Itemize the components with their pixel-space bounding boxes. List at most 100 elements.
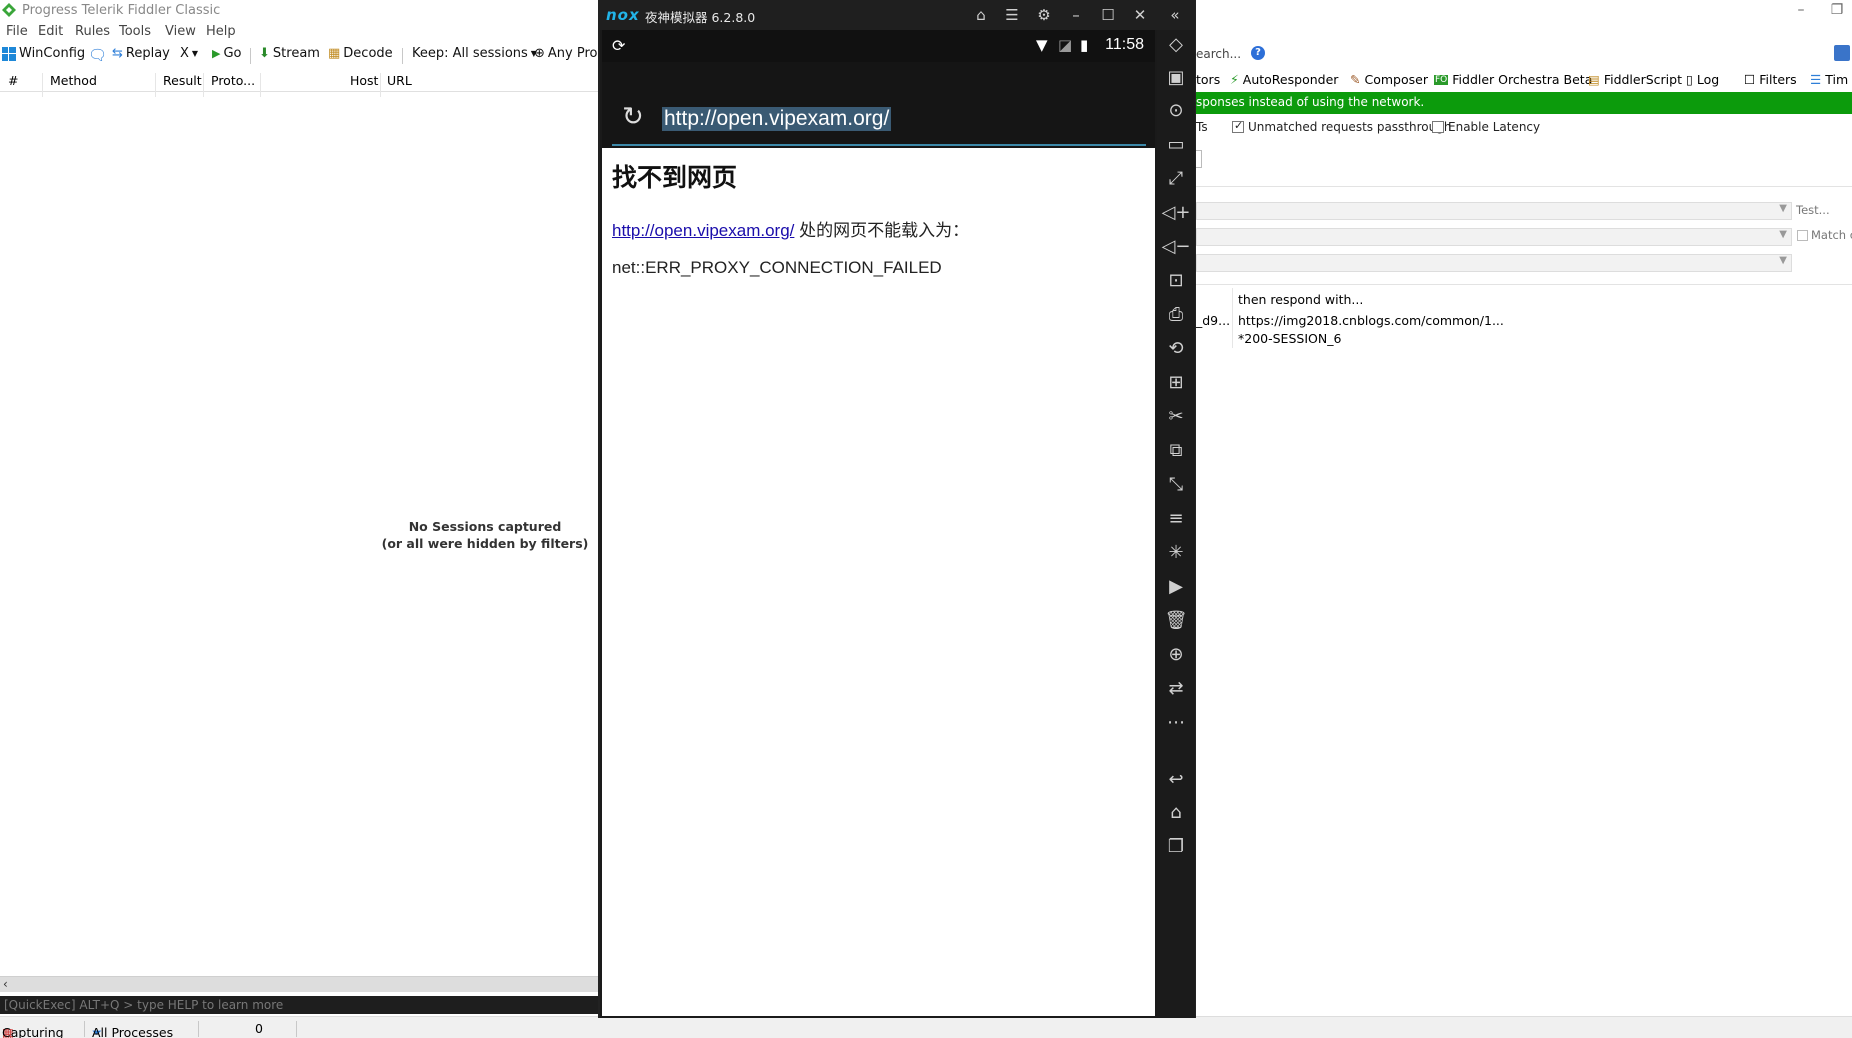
error-url-link[interactable]: http://open.vipexam.org/ [612, 221, 794, 240]
column-divider[interactable] [260, 73, 261, 97]
dropdown-arrow-icon: ▼ [1779, 203, 1787, 214]
decode-button[interactable]: ▦ Decode [328, 46, 393, 61]
home-icon[interactable]: ⌂ [1161, 798, 1191, 828]
more-icon[interactable]: ⋯ [1161, 708, 1191, 738]
back-icon[interactable]: ↩ [1161, 765, 1191, 795]
loading-icon[interactable]: ✳ [1161, 538, 1191, 568]
tab-fiddlerscript[interactable]: ▤ FiddlerScript [1588, 72, 1682, 87]
apk-install-icon[interactable]: ⊞ [1161, 368, 1191, 398]
rule-extra-combo[interactable]: ▼ [1196, 254, 1792, 272]
column-divider[interactable] [203, 73, 204, 97]
col-method[interactable]: Method [50, 73, 97, 88]
col-url[interactable]: URL [387, 73, 412, 88]
restore-button[interactable]: ❐ [1822, 0, 1852, 22]
sync-arrows-icon[interactable]: ⇄ [1161, 674, 1191, 704]
match-only-once-checkbox[interactable]: Match c [1797, 228, 1852, 242]
volume-down-icon[interactable]: ◁− [1161, 232, 1191, 262]
tab-fiddler-orchestra[interactable]: FO Fiddler Orchestra Beta [1434, 72, 1592, 87]
menu-file[interactable]: File [6, 24, 28, 39]
menu-tools[interactable]: Tools [119, 24, 151, 39]
tab-filters[interactable]: ☐ Filters [1744, 72, 1797, 87]
rotate-icon[interactable]: ⟲ [1161, 334, 1191, 364]
sessions-horizontal-scrollbar[interactable]: ‹ [0, 976, 600, 992]
hamburger-icon[interactable]: ≡ [1161, 504, 1191, 534]
column-divider[interactable] [42, 73, 43, 97]
rule-match-cell[interactable]: _d9... [1196, 313, 1230, 328]
stream-arrow-icon: ⬇ [259, 46, 270, 61]
close-icon[interactable]: ✕ [1130, 5, 1150, 25]
process-filter-label: All Processes [92, 1025, 174, 1038]
find-sessions-input[interactable]: earch... [1196, 47, 1241, 61]
online-status-icon[interactable] [1834, 45, 1850, 61]
menu-help[interactable]: Help [206, 24, 236, 39]
tab-composer[interactable]: ✎ Composer [1350, 72, 1428, 87]
wifi-icon: ▼ [1036, 36, 1048, 54]
col-number[interactable]: # [8, 73, 18, 88]
keep-sessions-dropdown[interactable]: Keep: All sessions ▼ [412, 46, 537, 61]
reload-icon[interactable]: ↻ [622, 102, 644, 132]
error-message-text: 处的网页不能载入为： [794, 221, 970, 240]
capturing-label: Capturing [2, 1025, 64, 1038]
enable-latency-checkbox[interactable]: Enable Latency [1432, 120, 1540, 134]
comment-button[interactable]: 🗨 [88, 46, 107, 64]
import-button-edge[interactable] [1196, 150, 1202, 168]
location-icon[interactable]: ⊙ [1161, 96, 1191, 126]
column-divider[interactable] [155, 73, 156, 97]
screen-icon[interactable]: ▭ [1161, 130, 1191, 160]
tab-log[interactable]: ▯ Log [1686, 72, 1719, 87]
shirt-skin-icon[interactable]: ⌂ [971, 5, 991, 25]
menu-view[interactable]: View [165, 24, 196, 39]
col-protocol[interactable]: Proto... [211, 73, 255, 88]
minimize-button[interactable]: – [1786, 0, 1816, 22]
scroll-left-icon[interactable]: ‹ [3, 977, 8, 991]
rule-match-combo[interactable]: ▼ [1196, 202, 1792, 220]
help-icon[interactable]: ? [1251, 46, 1265, 60]
multi-instance-icon[interactable]: ⧉ [1161, 436, 1191, 466]
error-message: http://open.vipexam.org/ 处的网页不能载入为： [612, 216, 969, 241]
collapse-sidebar-icon[interactable]: « [1165, 5, 1185, 25]
volume-up-icon[interactable]: ◁+ [1161, 198, 1191, 228]
remove-button[interactable]: X ▼ [180, 46, 198, 61]
url-input[interactable]: http://open.vipexam.org/ [662, 107, 892, 131]
stream-button[interactable]: ⬇ Stream [259, 46, 320, 61]
keyboard-mapping-icon[interactable]: ◇ [1161, 30, 1191, 60]
column-divider[interactable] [380, 73, 381, 97]
quickexec-input[interactable]: [QuickExec] ALT+Q > type HELP to learn m… [0, 996, 600, 1014]
rule-action-combo[interactable]: ▼ [1196, 228, 1792, 246]
recent-apps-icon[interactable]: ❐ [1161, 832, 1191, 862]
tab-autoresponder-label: AutoResponder [1242, 72, 1339, 87]
menu-rules[interactable]: Rules [75, 24, 110, 39]
tab-timeline[interactable]: ☰ Tim [1810, 72, 1848, 87]
speech-bubble-icon: 🗨 [88, 46, 108, 64]
col-host[interactable]: Host [350, 73, 378, 88]
resize-icon[interactable]: ⤡ [1161, 470, 1191, 500]
rules-header-respond[interactable]: then respond with... [1238, 292, 1363, 307]
screenshot-icon[interactable]: ⊡ [1161, 266, 1191, 296]
tab-autoresponder[interactable]: ⚡ AutoResponder [1230, 72, 1338, 87]
winconfig-button[interactable]: WinConfig [2, 46, 85, 61]
rule-response-session[interactable]: *200-SESSION_6 [1238, 331, 1341, 346]
orchestra-icon: FO [1434, 74, 1449, 85]
minimize-icon[interactable]: – [1066, 5, 1086, 25]
go-button[interactable]: ▶ Go [212, 46, 242, 61]
col-result[interactable]: Result [163, 73, 202, 88]
video-record-icon[interactable]: ▶ [1161, 572, 1191, 602]
printer-icon[interactable]: ⎙ [1161, 300, 1191, 330]
test-button[interactable]: Test... [1796, 203, 1830, 217]
fiddler-logo-icon [2, 3, 16, 17]
unmatched-passthrough-checkbox[interactable]: Unmatched requests passthrough [1232, 119, 1451, 134]
scissors-icon[interactable]: ✂ [1161, 402, 1191, 432]
tab-inspectors[interactable]: tors [1196, 72, 1220, 87]
gamepad-icon[interactable]: ⊕ [1161, 640, 1191, 670]
fullscreen-icon[interactable]: ⤢ [1161, 164, 1191, 194]
toolbox-icon[interactable]: ▣ [1161, 63, 1191, 93]
android-status-bar: ⟳ ▼ ◪ ▮ 11:58 [602, 30, 1155, 62]
maximize-icon[interactable]: ☐ [1098, 5, 1118, 25]
any-process-button[interactable]: ⊕ Any Pro [534, 46, 598, 61]
menu-icon[interactable]: ☰ [1002, 5, 1022, 25]
trash-icon[interactable]: 🗑 [1161, 606, 1191, 636]
menu-edit[interactable]: Edit [38, 24, 63, 39]
gear-icon[interactable]: ⚙ [1034, 5, 1054, 25]
rule-response-url[interactable]: https://img2018.cnblogs.com/common/1... [1238, 313, 1504, 328]
replay-button[interactable]: ⇆ Replay [112, 46, 170, 61]
